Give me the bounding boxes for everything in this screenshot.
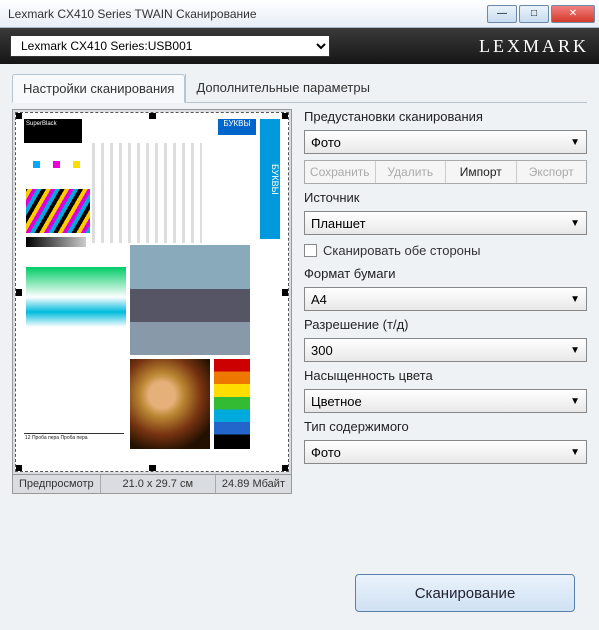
titlebar: Lexmark CX410 Series TWAIN Сканирование … <box>0 0 599 28</box>
thumb-photo-portrait <box>130 359 210 449</box>
thumb-grid <box>92 143 202 243</box>
preview-filesize: 24.89 Мбайт <box>216 475 291 493</box>
thumb-gradient-k <box>26 237 86 247</box>
import-button[interactable]: Импорт <box>446 161 517 183</box>
preview-panel: SuperBlack БУКВЫ БУКВЫ 12 Проба пе <box>12 109 292 494</box>
checkbox-icon <box>304 244 317 257</box>
thumb-text-block: 12 Проба пера Проба пера <box>24 433 124 455</box>
tab-advanced[interactable]: Дополнительные параметры <box>185 74 380 102</box>
preset-label: Предустановки сканирования <box>304 109 587 124</box>
source-select[interactable]: Планшет▼ <box>304 211 587 235</box>
thumb-bukvy: БУКВЫ <box>218 119 256 135</box>
preview-dimensions: 21.0 x 29.7 см <box>101 475 216 493</box>
thumb-bukvy-side: БУКВЫ <box>260 119 280 239</box>
chevron-down-icon: ▼ <box>570 396 580 407</box>
tabs: Настройки сканирования Дополнительные па… <box>12 74 587 103</box>
chevron-down-icon: ▼ <box>570 218 580 229</box>
chevron-down-icon: ▼ <box>570 345 580 356</box>
thumb-fan-cyan <box>26 161 40 175</box>
content-label: Тип содержимого <box>304 419 587 434</box>
preview-page[interactable]: SuperBlack БУКВЫ БУКВЫ 12 Проба пе <box>15 112 289 472</box>
preset-select[interactable]: Фото▼ <box>304 130 587 154</box>
window-title: Lexmark CX410 Series TWAIN Сканирование <box>8 7 487 21</box>
dpi-label: Разрешение (т/д) <box>304 317 587 332</box>
thumb-colorbar <box>214 359 250 449</box>
delete-button[interactable]: Удалить <box>376 161 447 183</box>
thumb-fan-yellow <box>66 161 80 175</box>
tab-settings[interactable]: Настройки сканирования <box>12 74 185 103</box>
brand-logo: LEXMARK <box>479 36 589 57</box>
color-select[interactable]: Цветное▼ <box>304 389 587 413</box>
preview-thumbnail: SuperBlack БУКВЫ БУКВЫ 12 Проба пе <box>20 117 284 467</box>
paper-select[interactable]: A4▼ <box>304 287 587 311</box>
preview-footer: Предпросмотр 21.0 x 29.7 см 24.89 Мбайт <box>12 475 292 494</box>
save-button[interactable]: Сохранить <box>305 161 376 183</box>
thumb-gradient-big <box>26 267 126 327</box>
source-label: Источник <box>304 190 587 205</box>
maximize-button[interactable]: □ <box>519 5 549 23</box>
chevron-down-icon: ▼ <box>570 137 580 148</box>
settings-panel: Предустановки сканирования Фото▼ Сохрани… <box>304 109 587 494</box>
scan-button[interactable]: Сканирование <box>355 574 575 612</box>
export-button[interactable]: Экспорт <box>517 161 587 183</box>
chevron-down-icon: ▼ <box>570 294 580 305</box>
thumb-swatch: SuperBlack <box>24 119 82 143</box>
content-select[interactable]: Фото▼ <box>304 440 587 464</box>
thumb-photo-industrial <box>130 245 250 355</box>
chevron-down-icon: ▼ <box>570 447 580 458</box>
preset-buttons: Сохранить Удалить Импорт Экспорт <box>304 160 587 184</box>
dpi-select[interactable]: 300▼ <box>304 338 587 362</box>
device-select[interactable]: Lexmark CX410 Series:USB001 <box>10 35 330 57</box>
paper-label: Формат бумаги <box>304 266 587 281</box>
close-button[interactable]: ✕ <box>551 5 595 23</box>
preview-frame[interactable]: SuperBlack БУКВЫ БУКВЫ 12 Проба пе <box>12 109 292 475</box>
duplex-checkbox[interactable]: Сканировать обе стороны <box>304 243 587 258</box>
thumb-fan-magenta <box>46 161 60 175</box>
preview-label: Предпросмотр <box>13 475 101 493</box>
color-label: Насыщенность цвета <box>304 368 587 383</box>
window-controls: — □ ✕ <box>487 5 595 23</box>
minimize-button[interactable]: — <box>487 5 517 23</box>
device-bar: Lexmark CX410 Series:USB001 LEXMARK <box>0 28 599 64</box>
thumb-stripes <box>26 189 90 233</box>
